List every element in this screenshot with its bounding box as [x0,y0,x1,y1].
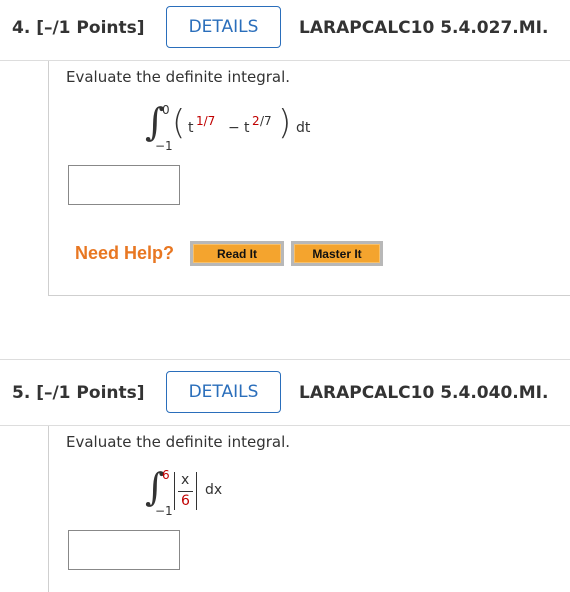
term-t: t [188,120,194,136]
question-4-body: Evaluate the definite integral. ∫ 0 −1 (… [48,61,570,296]
term-exponent-2-num: 2 [252,114,260,128]
integral-lower-limit: −1 [155,504,173,518]
question-4-number: 4. [–/1 Points] [12,18,145,38]
fraction-numerator: x [181,472,190,488]
term-t2: t [244,120,250,136]
fraction-bar [178,491,193,492]
question-4-details-button[interactable]: DETAILS [166,6,281,48]
question-4-integral: ∫ 0 −1 ( t 1/7 − t 2 /7 ) dt [145,100,345,155]
integral-upper-limit: 0 [162,103,170,117]
abs-bar-right [196,472,197,510]
integral-lower-limit: −1 [155,139,173,153]
differential: dt [296,120,311,136]
minus-sign: − [228,120,240,136]
question-4-prompt: Evaluate the definite integral. [66,68,291,86]
term-exponent-1: 1/7 [196,114,216,128]
question-5-number: 5. [–/1 Points] [12,383,145,403]
question-5-answer-input[interactable] [68,530,180,570]
question-4-code: LARAPCALC10 5.4.027.MI. [299,18,549,38]
differential: dx [205,482,223,498]
integral-upper-limit: 6 [162,468,170,482]
question-5-code: LARAPCALC10 5.4.040.MI. [299,383,549,403]
question-5-prompt: Evaluate the definite integral. [66,433,291,451]
need-help-label: Need Help? [75,243,175,263]
master-it-button[interactable]: Master It [291,241,383,266]
question-5-integral: ∫ 6 −1 x 6 dx [145,465,305,520]
right-paren: ) [278,103,292,143]
read-it-button[interactable]: Read It [190,241,284,266]
question-4-header: 4. [–/1 Points] DETAILS LARAPCALC10 5.4.… [0,0,570,62]
question-5-details-button[interactable]: DETAILS [166,371,281,413]
question-4-answer-input[interactable] [68,165,180,205]
term-exponent-2-den: /7 [260,114,272,128]
left-paren: ( [172,103,186,143]
question-5-header: 5. [–/1 Points] DETAILS LARAPCALC10 5.4.… [0,365,570,427]
abs-bar-left [174,472,175,510]
separator [0,359,570,360]
question-5-body: Evaluate the definite integral. ∫ 6 −1 x… [48,426,570,592]
fraction-denominator: 6 [181,493,190,509]
